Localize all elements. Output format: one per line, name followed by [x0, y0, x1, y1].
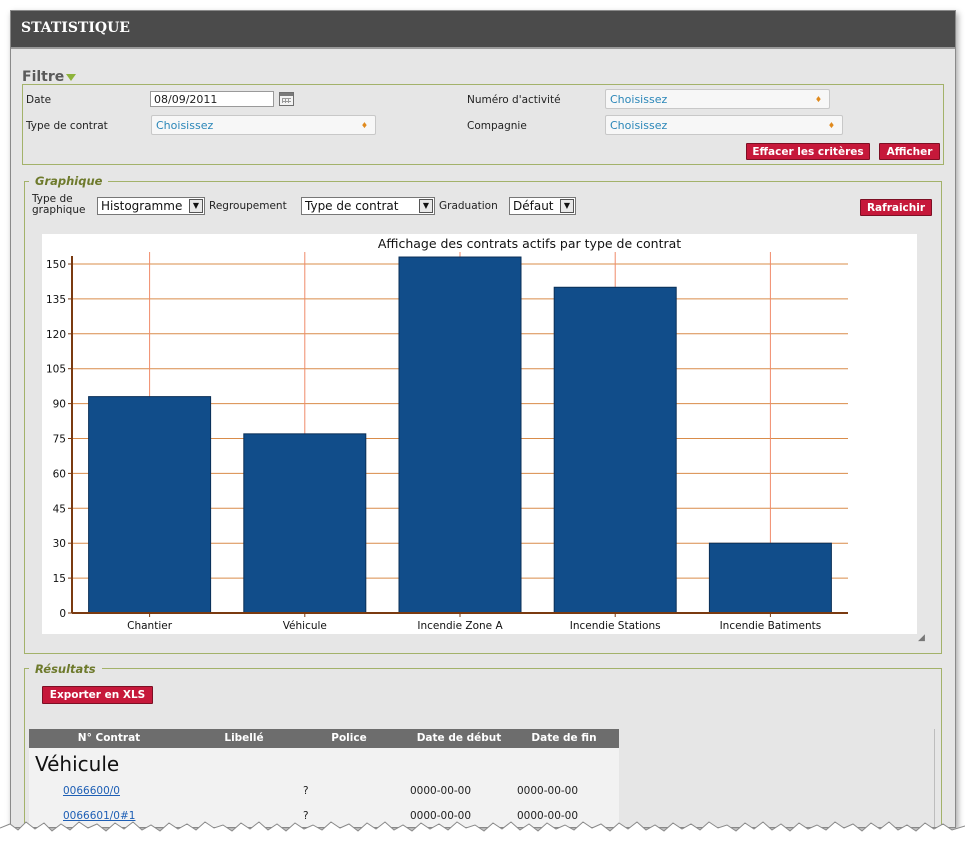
activity-value: Choisissez [610, 93, 668, 106]
chart-type-dropdown[interactable]: Histogramme ▼ [97, 197, 205, 215]
dropdown-arrow-icon[interactable]: ▼ [189, 199, 203, 213]
y-tick-label: 150 [46, 259, 66, 271]
chart-type-label: Type de graphique [32, 194, 85, 216]
bar-chart: Affichage des contrats actifs par type d… [46, 236, 848, 632]
row-police: ? [303, 785, 309, 797]
column-header-end-date[interactable]: Date de fin [519, 729, 609, 748]
y-tick-label: 120 [46, 329, 66, 341]
bar [398, 256, 522, 614]
torn-edge-decoration [0, 821, 965, 847]
bar [708, 542, 832, 614]
bar [88, 396, 212, 614]
grouping-label: Regroupement [209, 200, 287, 212]
calendar-icon[interactable] [279, 92, 294, 106]
company-label: Compagnie [467, 120, 527, 132]
y-tick-label: 0 [59, 608, 66, 620]
date-input[interactable]: 08/09/2011 [150, 91, 274, 107]
bar [553, 286, 677, 614]
y-tick-label: 30 [53, 538, 66, 550]
chart-type-value: Histogramme [101, 199, 183, 213]
y-tick-label: 75 [53, 434, 66, 446]
group-heading: Véhicule [35, 752, 120, 776]
contract-type-label: Type de contrat [26, 120, 108, 132]
updown-arrow-icon: ♦ [814, 95, 822, 104]
filter-heading[interactable]: Filtre [22, 69, 77, 85]
refresh-button[interactable]: Rafraichir [860, 199, 932, 216]
chart-type-label-line2: graphique [32, 204, 86, 216]
triangle-down-icon[interactable] [66, 73, 77, 81]
y-tick-label: 60 [53, 468, 66, 480]
x-tick-label: Incendie Batiments [720, 620, 822, 632]
column-header-start-date[interactable]: Date de début [404, 729, 514, 748]
show-button[interactable]: Afficher [879, 143, 940, 160]
activity-label: Numéro d'activité [467, 94, 561, 106]
updown-arrow-icon: ♦ [827, 121, 835, 130]
results-legend: Résultats [29, 662, 102, 676]
graph-legend: Graphique [29, 174, 109, 188]
bar [243, 433, 367, 614]
date-label: Date [26, 94, 52, 106]
y-tick-label: 90 [53, 399, 66, 411]
statistique-window: STATISTIQUE Filtre Date 08/09/2011 Type … [10, 10, 956, 828]
graduation-dropdown[interactable]: Défaut ▼ [509, 197, 576, 215]
activity-select[interactable]: Choisissez ♦ [605, 89, 830, 109]
y-tick-label: 15 [53, 573, 66, 585]
contract-link[interactable]: 0066600/0 [63, 785, 120, 797]
chart-area: Affichage des contrats actifs par type d… [42, 234, 917, 634]
filter-panel: Date 08/09/2011 Type de contrat Choisiss… [22, 84, 944, 165]
y-tick-label: 45 [53, 503, 66, 515]
chart-title: Affichage des contrats actifs par type d… [378, 236, 681, 251]
y-tick-label: 135 [46, 294, 66, 306]
row-end-date: 0000-00-00 [517, 785, 579, 797]
graduation-value: Défaut [513, 199, 554, 213]
row-start-date: 0000-00-00 [410, 785, 472, 797]
x-tick-label: Incendie Zone A [417, 620, 503, 632]
x-tick-label: Incendie Stations [570, 620, 661, 632]
column-header-label[interactable]: Libellé [199, 729, 289, 748]
page-title: STATISTIQUE [11, 11, 955, 49]
contract-type-value: Choisissez [156, 119, 214, 132]
company-value: Choisissez [610, 119, 668, 132]
x-tick-label: Chantier [127, 620, 173, 632]
y-tick-label: 105 [46, 364, 66, 376]
results-table-header: N° Contrat Libellé Police Date de début … [29, 729, 619, 748]
dropdown-arrow-icon[interactable]: ▼ [560, 199, 574, 213]
export-xls-button[interactable]: Exporter en XLS [42, 686, 153, 704]
graduation-label: Graduation [439, 200, 498, 212]
updown-arrow-icon: ♦ [360, 121, 368, 130]
contract-type-select[interactable]: Choisissez ♦ [151, 115, 376, 135]
grouping-value: Type de contrat [305, 199, 399, 213]
x-tick-label: Véhicule [283, 620, 327, 632]
company-select[interactable]: Choisissez ♦ [605, 115, 843, 135]
filter-heading-label: Filtre [22, 69, 65, 85]
clear-criteria-button[interactable]: Effacer les critères [746, 143, 870, 160]
resize-grip-icon[interactable]: ◢ [918, 633, 925, 643]
grouping-dropdown[interactable]: Type de contrat ▼ [301, 197, 435, 215]
column-header-contract[interactable]: N° Contrat [59, 729, 159, 748]
column-header-police[interactable]: Police [319, 729, 379, 748]
dropdown-arrow-icon[interactable]: ▼ [419, 199, 433, 213]
